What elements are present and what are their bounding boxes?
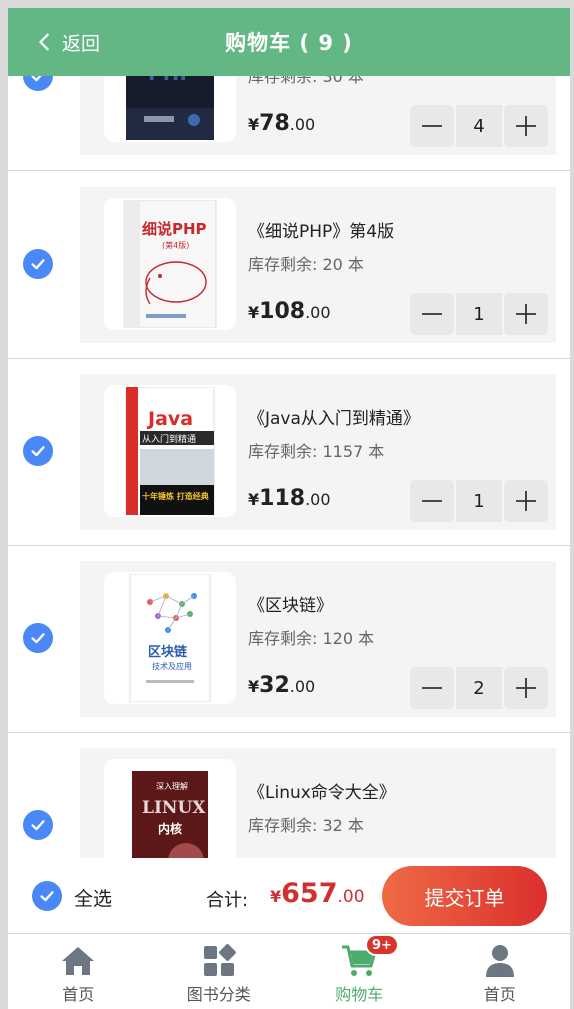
top-nav-bar: 返回 购物车 ( 9 ) — [8, 8, 570, 76]
home-icon — [60, 944, 96, 978]
page-title: 购物车 ( 9 ) — [225, 31, 353, 55]
tab-category[interactable]: 图书分类 — [149, 934, 290, 1009]
cover-title: 区块链 — [148, 644, 188, 660]
book-title: 《细说PHP》第4版 — [248, 222, 395, 242]
app-frame: PHP 库存剩余: 30 本 ¥78.00 4 — [8, 8, 570, 1009]
cover-edition: (第4版) — [162, 240, 189, 250]
increase-button[interactable] — [504, 293, 548, 335]
total-price: ¥657.00 — [270, 878, 365, 909]
decrease-button[interactable] — [410, 105, 454, 147]
tab-label: 首页 — [483, 985, 516, 1004]
select-all-checkbox[interactable] — [32, 881, 62, 911]
quantity-value[interactable]: 1 — [456, 480, 502, 522]
tab-label: 图书分类 — [186, 985, 251, 1004]
tab-home[interactable]: 首页 — [8, 934, 149, 1009]
item-price: ¥108.00 — [248, 299, 331, 324]
item-checkbox[interactable] — [23, 249, 53, 279]
plus-icon — [516, 116, 536, 136]
item-card[interactable]: 细说PHP (第4版) 《细说PHP》第4版 库存剩余: 20 本 ¥108.0… — [80, 187, 556, 343]
cart-list[interactable]: PHP 库存剩余: 30 本 ¥78.00 4 — [8, 8, 570, 858]
decrease-button[interactable] — [410, 480, 454, 522]
minus-icon — [422, 125, 442, 127]
checkmark-icon — [31, 446, 45, 457]
minus-icon — [422, 500, 442, 502]
category-icon — [201, 944, 237, 978]
item-price: ¥78.00 — [248, 111, 316, 136]
plus-icon — [516, 304, 536, 324]
checkmark-icon — [31, 633, 45, 644]
book-cover: 细说PHP (第4版) — [104, 198, 236, 330]
quantity-stepper: 4 — [410, 105, 548, 147]
stock-text: 库存剩余: 120 本 — [248, 629, 375, 648]
checkmark-icon — [31, 820, 45, 831]
book-cover: 区块链 技术及应用 — [104, 572, 236, 704]
submit-order-button[interactable]: 提交订单 — [382, 866, 547, 926]
stock-text: 库存剩余: 20 本 — [248, 255, 364, 274]
user-icon — [482, 944, 518, 978]
book-cover: 深入理解 LINUX 内核 — [104, 759, 236, 858]
book-title: 《Java从入门到精通》 — [248, 409, 420, 429]
stock-text: 库存剩余: 32 本 — [248, 816, 364, 835]
item-checkbox[interactable] — [23, 436, 53, 466]
minus-icon — [422, 313, 442, 315]
plus-icon — [516, 491, 536, 511]
increase-button[interactable] — [504, 480, 548, 522]
checkmark-icon — [40, 891, 54, 902]
item-checkbox[interactable] — [23, 810, 53, 840]
select-all-label[interactable]: 全选 — [74, 884, 112, 911]
item-checkbox[interactable] — [23, 623, 53, 653]
increase-button[interactable] — [504, 105, 548, 147]
plus-icon — [516, 678, 536, 698]
cover-subtitle: 技术及应用 — [152, 661, 192, 671]
cover-title: Java — [146, 408, 193, 430]
quantity-stepper: 1 — [410, 480, 548, 522]
cover-subtitle: 从入门到精通 — [142, 433, 196, 445]
book-title: 《区块链》 — [248, 596, 333, 616]
quantity-value[interactable]: 2 — [456, 667, 502, 709]
cart-item: Java 从入门到精通 十年锤炼 打造经典 《Java从入门到精通》 库存剩余:… — [8, 359, 570, 546]
quantity-value[interactable]: 4 — [456, 105, 502, 147]
item-price: ¥118.00 — [248, 486, 331, 511]
cover-slogan: 十年锤炼 打造经典 — [142, 491, 209, 501]
item-price: ¥32.00 — [248, 673, 316, 698]
increase-button[interactable] — [504, 667, 548, 709]
item-card[interactable]: 深入理解 LINUX 内核 《Linux命令大全》 库存剩余: 32 本 — [80, 748, 556, 858]
quantity-stepper: 2 — [410, 667, 548, 709]
tab-cart[interactable]: 9+ 购物车 — [289, 934, 430, 1009]
cart-item: 区块链 技术及应用 《区块链》 库存剩余: 120 本 ¥32.00 2 — [8, 546, 570, 733]
decrease-button[interactable] — [410, 293, 454, 335]
cart-item: 细说PHP (第4版) 《细说PHP》第4版 库存剩余: 20 本 ¥108.0… — [8, 172, 570, 359]
cart-count-badge: 9+ — [365, 934, 399, 956]
quantity-stepper: 1 — [410, 293, 548, 335]
decrease-button[interactable] — [410, 667, 454, 709]
total-label: 合计: — [206, 890, 249, 911]
book-title: 《Linux命令大全》 — [248, 783, 396, 803]
cover-subtitle: 内核 — [158, 821, 182, 836]
quantity-value[interactable]: 1 — [456, 293, 502, 335]
book-cover: Java 从入门到精通 十年锤炼 打造经典 — [104, 385, 236, 517]
stock-text: 库存剩余: 1157 本 — [248, 442, 385, 461]
cover-series: 深入理解 — [156, 781, 188, 791]
cover-title: LINUX — [142, 798, 206, 818]
checkout-bar: 全选 合计: ¥657.00 提交订单 — [8, 858, 570, 934]
minus-icon — [422, 687, 442, 689]
cover-title: 细说PHP — [142, 220, 207, 238]
checkmark-icon — [31, 259, 45, 270]
cart-item: 深入理解 LINUX 内核 《Linux命令大全》 库存剩余: 32 本 — [8, 733, 570, 858]
tab-label: 购物车 — [335, 985, 384, 1004]
item-card[interactable]: Java 从入门到精通 十年锤炼 打造经典 《Java从入门到精通》 库存剩余:… — [80, 374, 556, 530]
bottom-tab-bar: 首页 图书分类 9+ 购物车 首页 — [8, 934, 570, 1009]
tab-label: 首页 — [62, 985, 95, 1004]
tab-profile[interactable]: 首页 — [430, 934, 571, 1009]
item-card[interactable]: 区块链 技术及应用 《区块链》 库存剩余: 120 本 ¥32.00 2 — [80, 561, 556, 717]
